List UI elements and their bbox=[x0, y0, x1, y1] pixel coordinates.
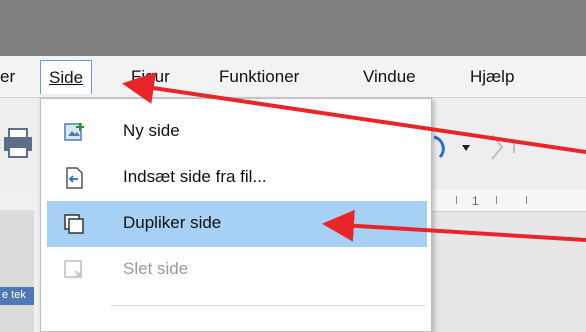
menu-item-slet-side[interactable]: Slet side bbox=[47, 247, 427, 293]
menu-item-funktioner[interactable]: Funktioner bbox=[219, 65, 299, 89]
menu-item-ny-side[interactable]: Ny side bbox=[47, 109, 427, 155]
menu-item-label: Dupliker side bbox=[123, 213, 222, 232]
menu-item-side-label: Side bbox=[49, 68, 84, 87]
redo-icon[interactable] bbox=[491, 134, 504, 160]
menu-item-figur[interactable]: Figur bbox=[131, 65, 170, 89]
menu-item-label: Ny side bbox=[123, 121, 180, 140]
undo-dropdown-icon[interactable] bbox=[462, 145, 470, 151]
menu-item-rediger[interactable]: er bbox=[0, 65, 15, 89]
menu-separator bbox=[111, 305, 425, 306]
ruler-tick-label: 1 bbox=[472, 194, 479, 208]
page-thumbnail-pane bbox=[0, 210, 34, 332]
menu-item-indsaet-side-fra-fil[interactable]: Indsæt side fra fil... bbox=[47, 155, 427, 201]
undo-icon[interactable] bbox=[433, 135, 445, 159]
print-icon[interactable] bbox=[0, 127, 40, 161]
menu-item-dupliker-side[interactable]: Dupliker side bbox=[47, 201, 427, 247]
insert-page-from-file-icon bbox=[66, 167, 83, 189]
delete-page-icon bbox=[64, 260, 83, 279]
page-thumbnail-selected[interactable]: e tek bbox=[0, 287, 34, 305]
menu-item-label: Indsæt side fra fil... bbox=[123, 167, 267, 186]
menu-item-hjaelp[interactable]: Hjælp bbox=[470, 65, 514, 89]
duplicate-page-icon bbox=[64, 214, 84, 234]
new-page-icon bbox=[64, 123, 84, 141]
window-titlebar bbox=[0, 0, 586, 56]
undo-redo-group bbox=[433, 134, 515, 160]
menu-item-vindue[interactable]: Vindue bbox=[363, 65, 416, 89]
menubar: er Side Figur Funktioner Vindue Hjælp bbox=[0, 56, 586, 98]
menu-item-side[interactable]: Side bbox=[40, 60, 93, 94]
side-menu-dropdown: Ny side Indsæt side fra fil... Dupliker … bbox=[40, 98, 432, 332]
horizontal-ruler: 1 bbox=[426, 190, 586, 212]
menu-item-label: Slet side bbox=[123, 259, 189, 278]
